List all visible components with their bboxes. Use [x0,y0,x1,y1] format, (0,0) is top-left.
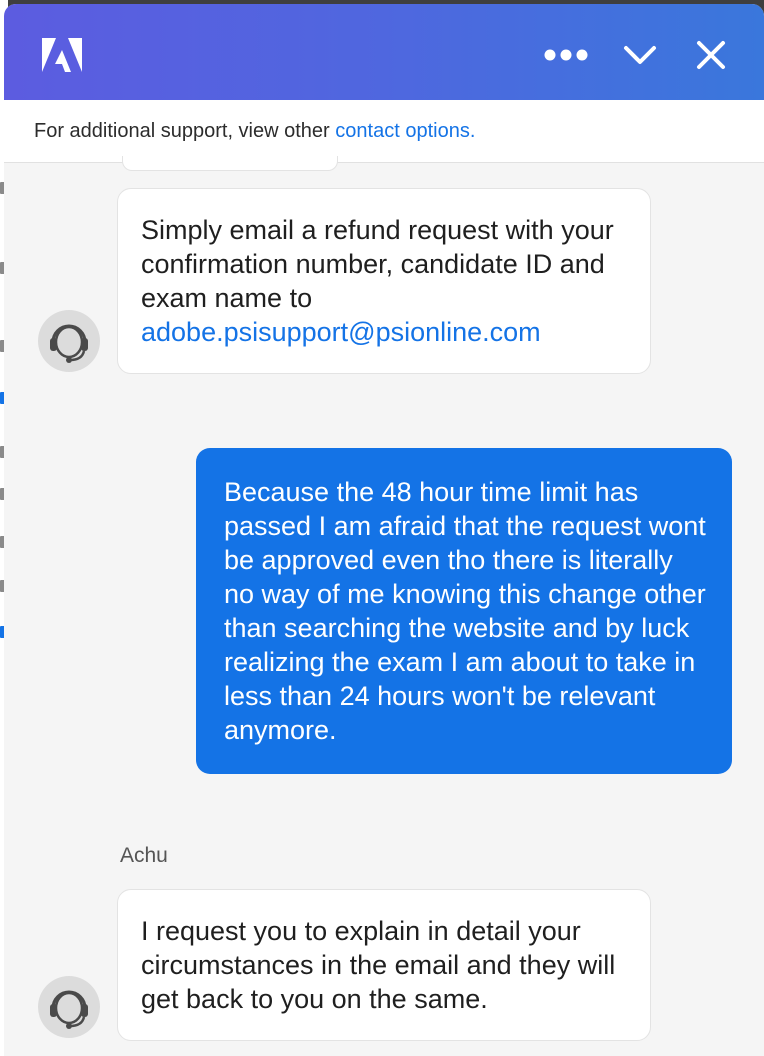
chat-window: For additional support, view other conta… [4,4,764,1056]
close-icon [697,41,725,69]
agent-message: Simply email a refund request with your … [117,188,651,374]
support-email-link[interactable]: adobe.psisupport@psionline.com [141,317,541,347]
minimize-button[interactable] [614,30,666,80]
user-message: Because the 48 hour time limit has passe… [196,448,732,774]
headset-icon [50,324,88,363]
agent-avatar [38,976,100,1038]
agent-avatar [38,310,100,372]
adobe-logo [42,38,82,72]
headset-icon [50,990,88,1029]
agent-name: Achu [120,844,168,867]
agent-message-text: Simply email a refund request with your … [141,215,614,313]
previous-message-bubble [122,156,338,171]
agent-message: I request you to explain in detail your … [117,889,651,1041]
more-options-button[interactable] [536,30,596,80]
chat-transcript[interactable]: Simply email a refund request with your … [4,156,764,1056]
contact-options-link[interactable]: contact options. [335,120,475,142]
more-icon [544,49,588,61]
support-banner: For additional support, view other conta… [4,100,764,163]
user-message-text: Because the 48 hour time limit has passe… [224,477,706,745]
chat-header [4,4,764,100]
banner-text: For additional support, view other [34,120,336,142]
agent-message-text: I request you to explain in detail your … [141,916,616,1014]
close-button[interactable] [686,30,736,80]
chevron-down-icon [624,46,656,64]
